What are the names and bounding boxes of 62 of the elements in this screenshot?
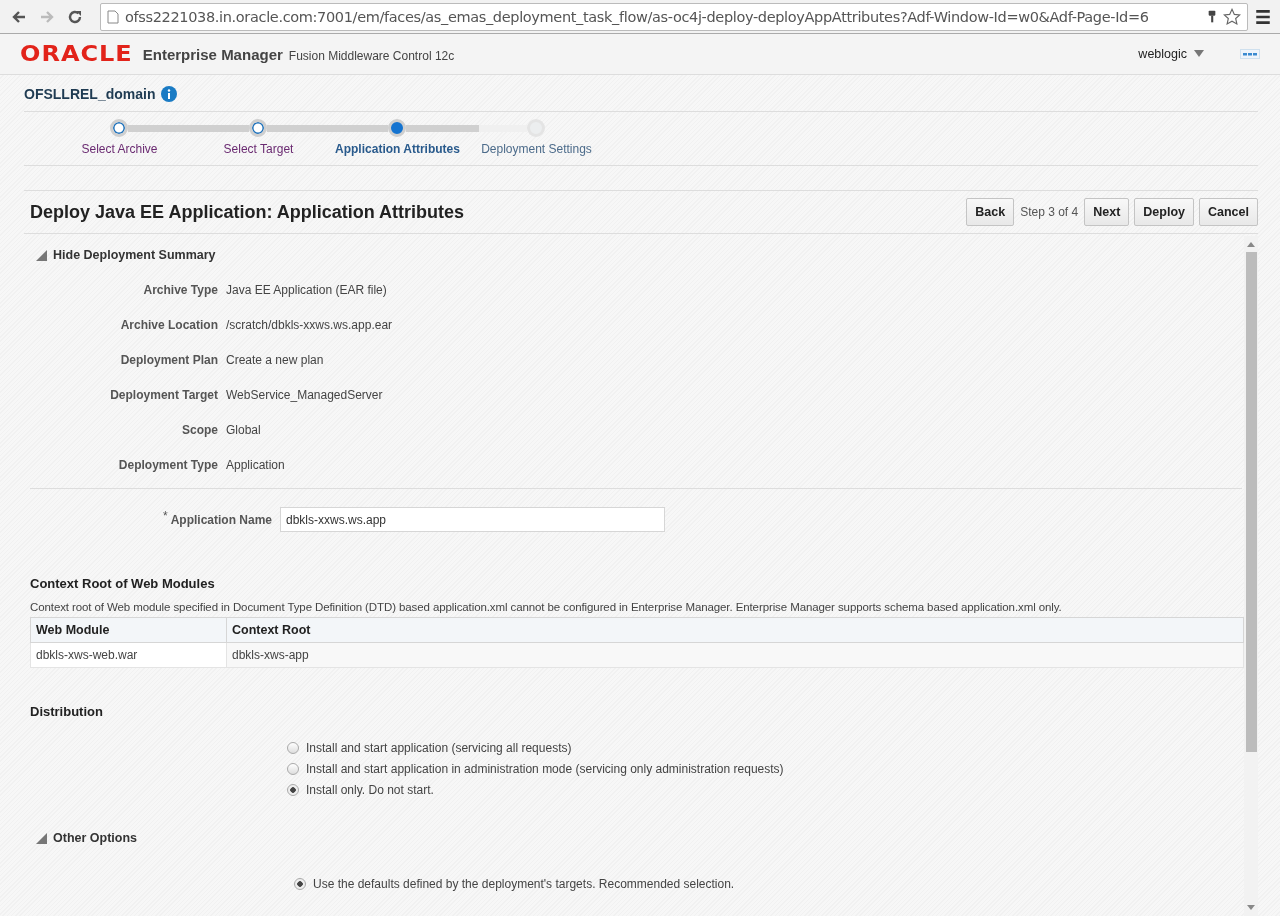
- train-step-link[interactable]: Select Target: [189, 142, 328, 156]
- star-icon[interactable]: [1223, 7, 1241, 26]
- application-name-field[interactable]: dbkls-xxws.ws.app: [280, 507, 665, 532]
- next-button[interactable]: Next: [1084, 198, 1130, 226]
- radio-option[interactable]: Install and start application in administration mode (servicing only administration requests): [287, 762, 1244, 776]
- train-step-link[interactable]: Select Archive: [50, 142, 189, 156]
- caret-icon: [1194, 50, 1204, 58]
- train-stop-marker[interactable]: [388, 119, 406, 137]
- field-value: /scratch/dbkls-xxws.ws.app.ear: [226, 318, 393, 332]
- other-options-toggle[interactable]: Other Options: [30, 831, 138, 845]
- back-button[interactable]: Back: [966, 198, 1015, 226]
- scroll-up-icon[interactable]: [1247, 241, 1255, 247]
- section-note: Context root of Web module specified in Document Type Definition (DTD) based application.xml cannot be configured in Enterprise Manager. Enterprise Manager supports schema based application.xml only.: [30, 601, 1063, 613]
- field-label: Archive Location: [119, 318, 218, 332]
- field-value: Create a new plan: [226, 353, 325, 367]
- field-label: Archive Type: [142, 283, 218, 297]
- column-header: Web Module: [30, 617, 227, 643]
- scrollbar[interactable]: [1244, 236, 1258, 916]
- product-name: Enterprise Manager: [142, 45, 283, 63]
- product-subtitle: Fusion Middleware Control 12c: [288, 48, 455, 63]
- section-heading: Context Root of Web Modules: [30, 576, 216, 591]
- table-cell: dbkls-xws-app: [226, 642, 1244, 668]
- column-header: Context Root: [226, 617, 1244, 643]
- summary-toggle[interactable]: Hide Deployment Summary: [30, 248, 216, 262]
- radio-option[interactable]: Install only. Do not start.: [287, 783, 1244, 797]
- field-label: Scope: [181, 423, 218, 437]
- train-stop-marker[interactable]: [249, 119, 267, 137]
- field-value: Global: [226, 423, 262, 437]
- train-stop-marker[interactable]: [110, 119, 128, 137]
- radio-option[interactable]: Install and start application (servicing all requests): [287, 741, 1244, 755]
- disclosure-triangle-icon: [36, 249, 47, 261]
- field-label: Application Name: [170, 512, 272, 527]
- field-label: Deployment Target: [109, 388, 218, 402]
- field-value: Java EE Application (EAR file): [226, 283, 388, 297]
- user-menu[interactable]: weblogic: [1138, 47, 1204, 61]
- train-step-link[interactable]: Application Attributes: [328, 142, 467, 156]
- field-value: Application: [226, 458, 286, 472]
- menu-icon[interactable]: [1254, 7, 1272, 26]
- scroll-down-icon[interactable]: [1247, 905, 1255, 911]
- table-cell: dbkls-xws-web.war: [30, 642, 227, 668]
- train-step-link[interactable]: Deployment Settings: [467, 142, 606, 156]
- disclosure-triangle-icon: [36, 832, 47, 844]
- info-icon[interactable]: [161, 86, 178, 102]
- cancel-button[interactable]: Cancel: [1199, 198, 1258, 226]
- reload-icon[interactable]: [67, 8, 83, 25]
- field-label: Deployment Plan: [119, 353, 218, 367]
- url-text: ofss2221038.in.oracle.com:7001/em/faces/as_emas_deployment_task_flow/as-oc4j-deploy-deployAppAttributes?Adf-Window-Id=w0&Adf-Page-Id=6: [125, 8, 1150, 25]
- radio-option[interactable]: Use the defaults defined by the deployment's targets. Recommended selection.: [294, 877, 1244, 891]
- oracle-logo: ORACLE: [20, 42, 133, 66]
- address-bar[interactable]: ofss2221038.in.oracle.com:7001/em/faces/as_emas_deployment_task_flow/as-oc4j-deploy-deployAppAttributes?Adf-Window-Id=w0&Adf-Page-Id=6: [100, 2, 1248, 31]
- section-heading: Distribution: [30, 704, 104, 719]
- field-value: WebService_ManagedServer: [226, 388, 384, 402]
- field-label: Deployment Type: [117, 458, 218, 472]
- deploy-button[interactable]: Deploy: [1134, 198, 1194, 226]
- page-icon: [107, 9, 119, 24]
- required-mark: *: [162, 508, 168, 525]
- more-icon[interactable]: [1240, 49, 1260, 59]
- step-indicator: Step 3 of 4: [1020, 205, 1079, 219]
- domain-name[interactable]: OFSLLREL_domain: [24, 86, 156, 102]
- back-arrow-icon[interactable]: [11, 8, 27, 25]
- key-icon[interactable]: [1207, 9, 1217, 24]
- page-title: Deploy Java EE Application: Application Attributes: [30, 201, 465, 223]
